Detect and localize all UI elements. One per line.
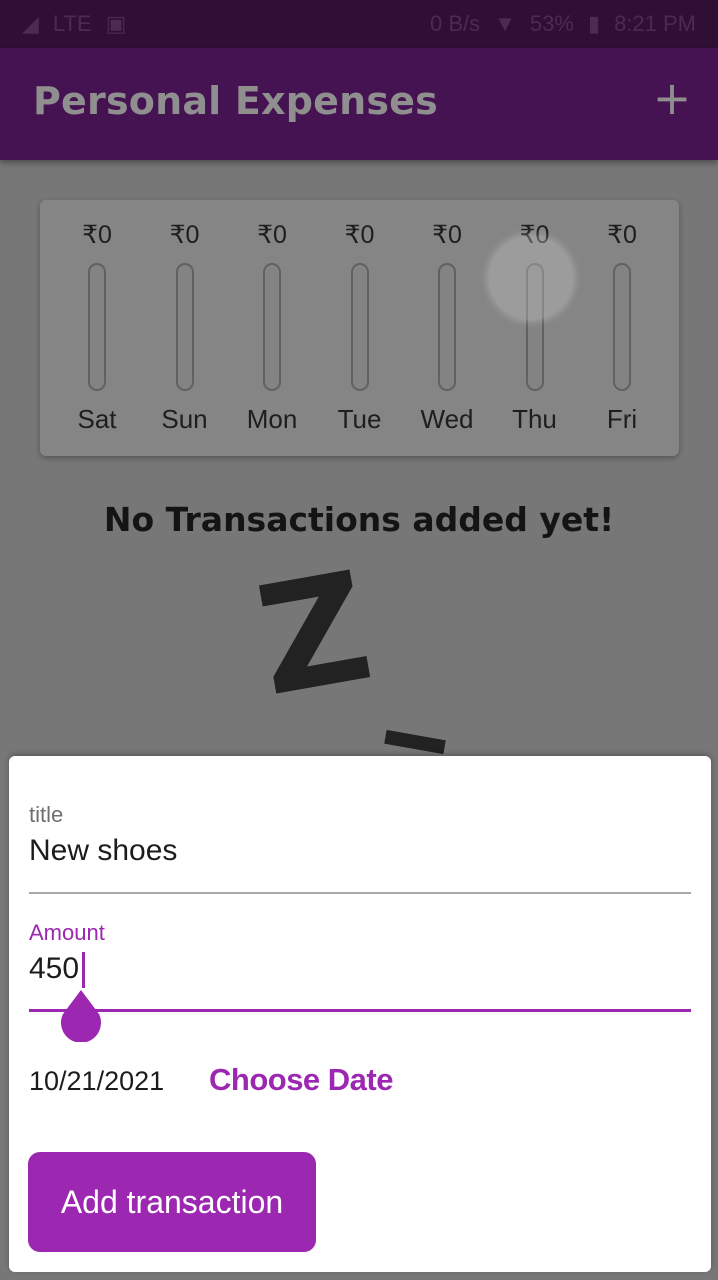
selected-date: 10/21/2021: [29, 1066, 165, 1096]
plus-icon[interactable]: +: [652, 75, 692, 121]
sleep-illustration: Z: [245, 539, 384, 731]
app-title: Personal Expenses: [33, 79, 438, 123]
bar-amount: ₹0: [82, 221, 112, 249]
bar-day-label: Fri: [606, 404, 638, 434]
empty-state-message: No Transactions added yet!: [103, 500, 615, 539]
bar-amount: ₹0: [257, 221, 287, 249]
chart-bar-fri: ₹0 Fri: [582, 220, 662, 440]
battery-percent: 53%: [529, 11, 574, 36]
bar-day-label: Thu: [512, 404, 557, 434]
bar-day-label: Sat: [77, 404, 117, 434]
amount-field-underline: [29, 1009, 691, 1012]
bar-track: [613, 263, 631, 391]
status-bar: ◢ LTE ▣ 0 B/s ▼ 53% ▮ 8:21 PM: [0, 0, 718, 48]
amount-field-label: Amount: [29, 920, 105, 945]
title-field[interactable]: New shoes: [29, 834, 177, 868]
bar-amount: ₹0: [432, 221, 462, 249]
bar-track: [263, 263, 281, 391]
network-speed: 0 B/s: [429, 11, 481, 36]
bar-day-label: Mon: [246, 404, 298, 434]
text-cursor: [82, 952, 85, 988]
battery-icon: ▮: [587, 11, 601, 36]
sleep-illustration-stroke: [384, 729, 446, 755]
new-transaction-sheet: title New shoes Amount 450 10/21/2021 Ch…: [9, 756, 711, 1272]
bar-day-label: Tue: [337, 404, 382, 434]
wifi-icon: ▼: [494, 11, 516, 36]
chart-bar-mon: ₹0 Mon: [232, 220, 312, 440]
bar-day-label: Sun: [161, 404, 208, 434]
amount-field[interactable]: 450: [29, 952, 79, 986]
bar-amount: ₹0: [607, 221, 637, 249]
chart-bar-tue: ₹0 Tue: [320, 220, 400, 440]
title-field-underline: [29, 892, 691, 894]
chart-bars: ₹0 Sat ₹0 Sun ₹0 Mon ₹0 Tue ₹0 Wed ₹0 Th…: [57, 220, 662, 440]
add-transaction-button[interactable]: Add transaction: [28, 1152, 316, 1252]
bar-day-label: Wed: [420, 404, 474, 434]
cursor-handle-icon[interactable]: [59, 988, 103, 1042]
bar-track: [175, 263, 194, 391]
choose-date-button[interactable]: Choose Date: [209, 1062, 393, 1098]
bar-track: [350, 263, 369, 391]
signal-icon: ◢: [22, 11, 39, 36]
title-field-label: title: [29, 802, 64, 827]
bar-amount: ₹0: [169, 221, 200, 249]
app-bar: Personal Expenses +: [0, 48, 718, 160]
chart-bar-sun: ₹0 Sun: [145, 220, 225, 440]
network-type: LTE: [52, 11, 92, 36]
clock: 8:21 PM: [614, 11, 696, 36]
bar-amount: ₹0: [344, 221, 375, 249]
touch-ripple: [489, 236, 573, 320]
weekly-chart-card: ₹0 Sat ₹0 Sun ₹0 Mon ₹0 Tue ₹0 Wed ₹0 Th…: [40, 200, 679, 456]
chart-bar-sat: ₹0 Sat: [57, 220, 137, 440]
bar-track: [88, 263, 106, 391]
chart-bar-wed: ₹0 Wed: [407, 220, 487, 440]
gallery-icon: ▣: [105, 11, 127, 36]
bar-track: [438, 263, 456, 391]
